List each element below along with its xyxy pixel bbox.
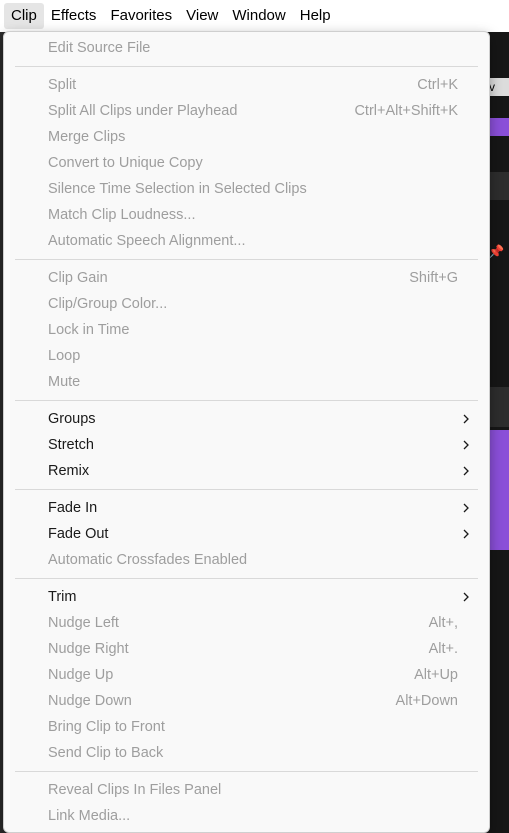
menu-separator [15, 259, 478, 260]
clip-dropdown-menu: Edit Source File Split Ctrl+K Split All Cli… [3, 31, 490, 833]
menu-item-automatic-speech-alignment: Automatic Speech Alignment... [4, 228, 489, 254]
menu-item-clip-group-color: Clip/Group Color... [4, 291, 489, 317]
menu-item-label: Nudge Left [48, 615, 119, 631]
menu-item-label: Stretch [48, 437, 94, 453]
menu-item-label: Convert to Unique Copy [48, 155, 203, 171]
chevron-right-icon [463, 592, 469, 602]
menu-item-shortcut: Alt+, [428, 615, 458, 631]
menu-item-shortcut: Ctrl+K [417, 77, 458, 93]
menu-item-automatic-crossfades-enabled: Automatic Crossfades Enabled [4, 547, 489, 573]
menu-item-label: Nudge Down [48, 693, 132, 709]
menu-item-label: Fade In [48, 500, 98, 516]
menu-item-label: Groups [48, 411, 96, 427]
menu-item-silence-time-selection-in-selected-clips: Silence Time Selection in Selected Clips [4, 176, 489, 202]
menu-item-label: Send Clip to Back [48, 745, 164, 761]
menu-separator [15, 400, 478, 401]
menu-item-label: Trim [48, 589, 77, 605]
menu-item-label: Merge Clips [48, 129, 126, 145]
menu-item-match-clip-loudness: Match Clip Loudness... [4, 202, 489, 228]
menu-item-convert-to-unique-copy: Convert to Unique Copy [4, 150, 489, 176]
menu-item-lock-in-time: Lock in Time [4, 317, 489, 343]
menu-item-nudge-right: Nudge Right Alt+. [4, 636, 489, 662]
menu-item-groups[interactable]: Groups [4, 406, 489, 432]
menu-item-label: Link Media... [48, 808, 131, 824]
menu-item-link-media: Link Media... [4, 803, 489, 829]
chevron-right-icon [463, 529, 469, 539]
menu-item-label: Nudge Right [48, 641, 129, 657]
menu-item-label: Silence Time Selection in Selected Clips [48, 181, 307, 197]
menu-separator [15, 66, 478, 67]
menu-item-label: Clip/Group Color... [48, 296, 168, 312]
menu-item-split-all-clips-under-playhead: Split All Clips under Playhead Ctrl+Alt+S… [4, 98, 489, 124]
menu-bar: Clip Effects Favorites View Window Help [0, 0, 509, 32]
chevron-right-icon [463, 440, 469, 450]
menu-item-fade-out[interactable]: Fade Out [4, 521, 489, 547]
background-tab[interactable]: v [489, 78, 509, 96]
menu-item-label: Split All Clips under Playhead [48, 103, 238, 119]
menu-item-shortcut: Alt+. [428, 641, 458, 657]
menu-window[interactable]: Window [225, 0, 292, 32]
chevron-right-icon [463, 466, 469, 476]
menu-item-label: Fade Out [48, 526, 109, 542]
menu-effects[interactable]: Effects [44, 0, 104, 32]
menu-item-label: Edit Source File [48, 40, 151, 56]
menu-item-stretch[interactable]: Stretch [4, 432, 489, 458]
menu-item-shortcut: Alt+Up [414, 667, 458, 683]
menu-item-bring-clip-to-front: Bring Clip to Front [4, 714, 489, 740]
menu-item-remix[interactable]: Remix [4, 458, 489, 484]
menu-item-reveal-clips-in-files-panel: Reveal Clips In Files Panel [4, 777, 489, 803]
pin-icon[interactable]: 📌 [488, 244, 504, 260]
waveform-track-2 [489, 430, 509, 550]
menu-separator [15, 771, 478, 772]
menu-separator [15, 489, 478, 490]
menu-item-label: Lock in Time [48, 322, 130, 338]
menu-item-nudge-left: Nudge Left Alt+, [4, 610, 489, 636]
menu-item-merge-clips: Merge Clips [4, 124, 489, 150]
menu-item-trim[interactable]: Trim [4, 584, 489, 610]
menu-help[interactable]: Help [293, 0, 338, 32]
menu-separator [15, 578, 478, 579]
menu-item-loop: Loop [4, 343, 489, 369]
menu-view[interactable]: View [179, 0, 225, 32]
menu-item-label: Clip Gain [48, 270, 108, 286]
waveform-track-1 [489, 118, 509, 136]
menu-item-label: Match Clip Loudness... [48, 207, 196, 223]
menu-item-label: Mute [48, 374, 81, 390]
menu-item-fade-in[interactable]: Fade In [4, 495, 489, 521]
menu-item-mute: Mute [4, 369, 489, 395]
menu-item-label: Bring Clip to Front [48, 719, 165, 735]
menu-item-nudge-down: Nudge Down Alt+Down [4, 688, 489, 714]
menu-item-edit-source-file: Edit Source File [4, 35, 489, 61]
menu-item-label: Reveal Clips In Files Panel [48, 782, 222, 798]
menu-item-label: Automatic Speech Alignment... [48, 233, 246, 249]
menu-item-label: Remix [48, 463, 90, 479]
menu-item-send-clip-to-back: Send Clip to Back [4, 740, 489, 766]
menu-item-label: Split [48, 77, 77, 93]
menu-item-label: Automatic Crossfades Enabled [48, 552, 248, 568]
menu-item-label: Loop [48, 348, 81, 364]
menu-item-clip-gain: Clip Gain Shift+G [4, 265, 489, 291]
chevron-right-icon [463, 503, 469, 513]
menu-item-shortcut: Shift+G [409, 270, 458, 286]
chevron-right-icon [463, 414, 469, 424]
menu-item-shortcut: Ctrl+Alt+Shift+K [354, 103, 458, 119]
menu-favorites[interactable]: Favorites [103, 0, 179, 32]
menu-item-shortcut: Alt+Down [395, 693, 458, 709]
menu-item-label: Nudge Up [48, 667, 114, 683]
menu-item-nudge-up: Nudge Up Alt+Up [4, 662, 489, 688]
menu-clip[interactable]: Clip [4, 3, 44, 29]
menu-item-split: Split Ctrl+K [4, 72, 489, 98]
